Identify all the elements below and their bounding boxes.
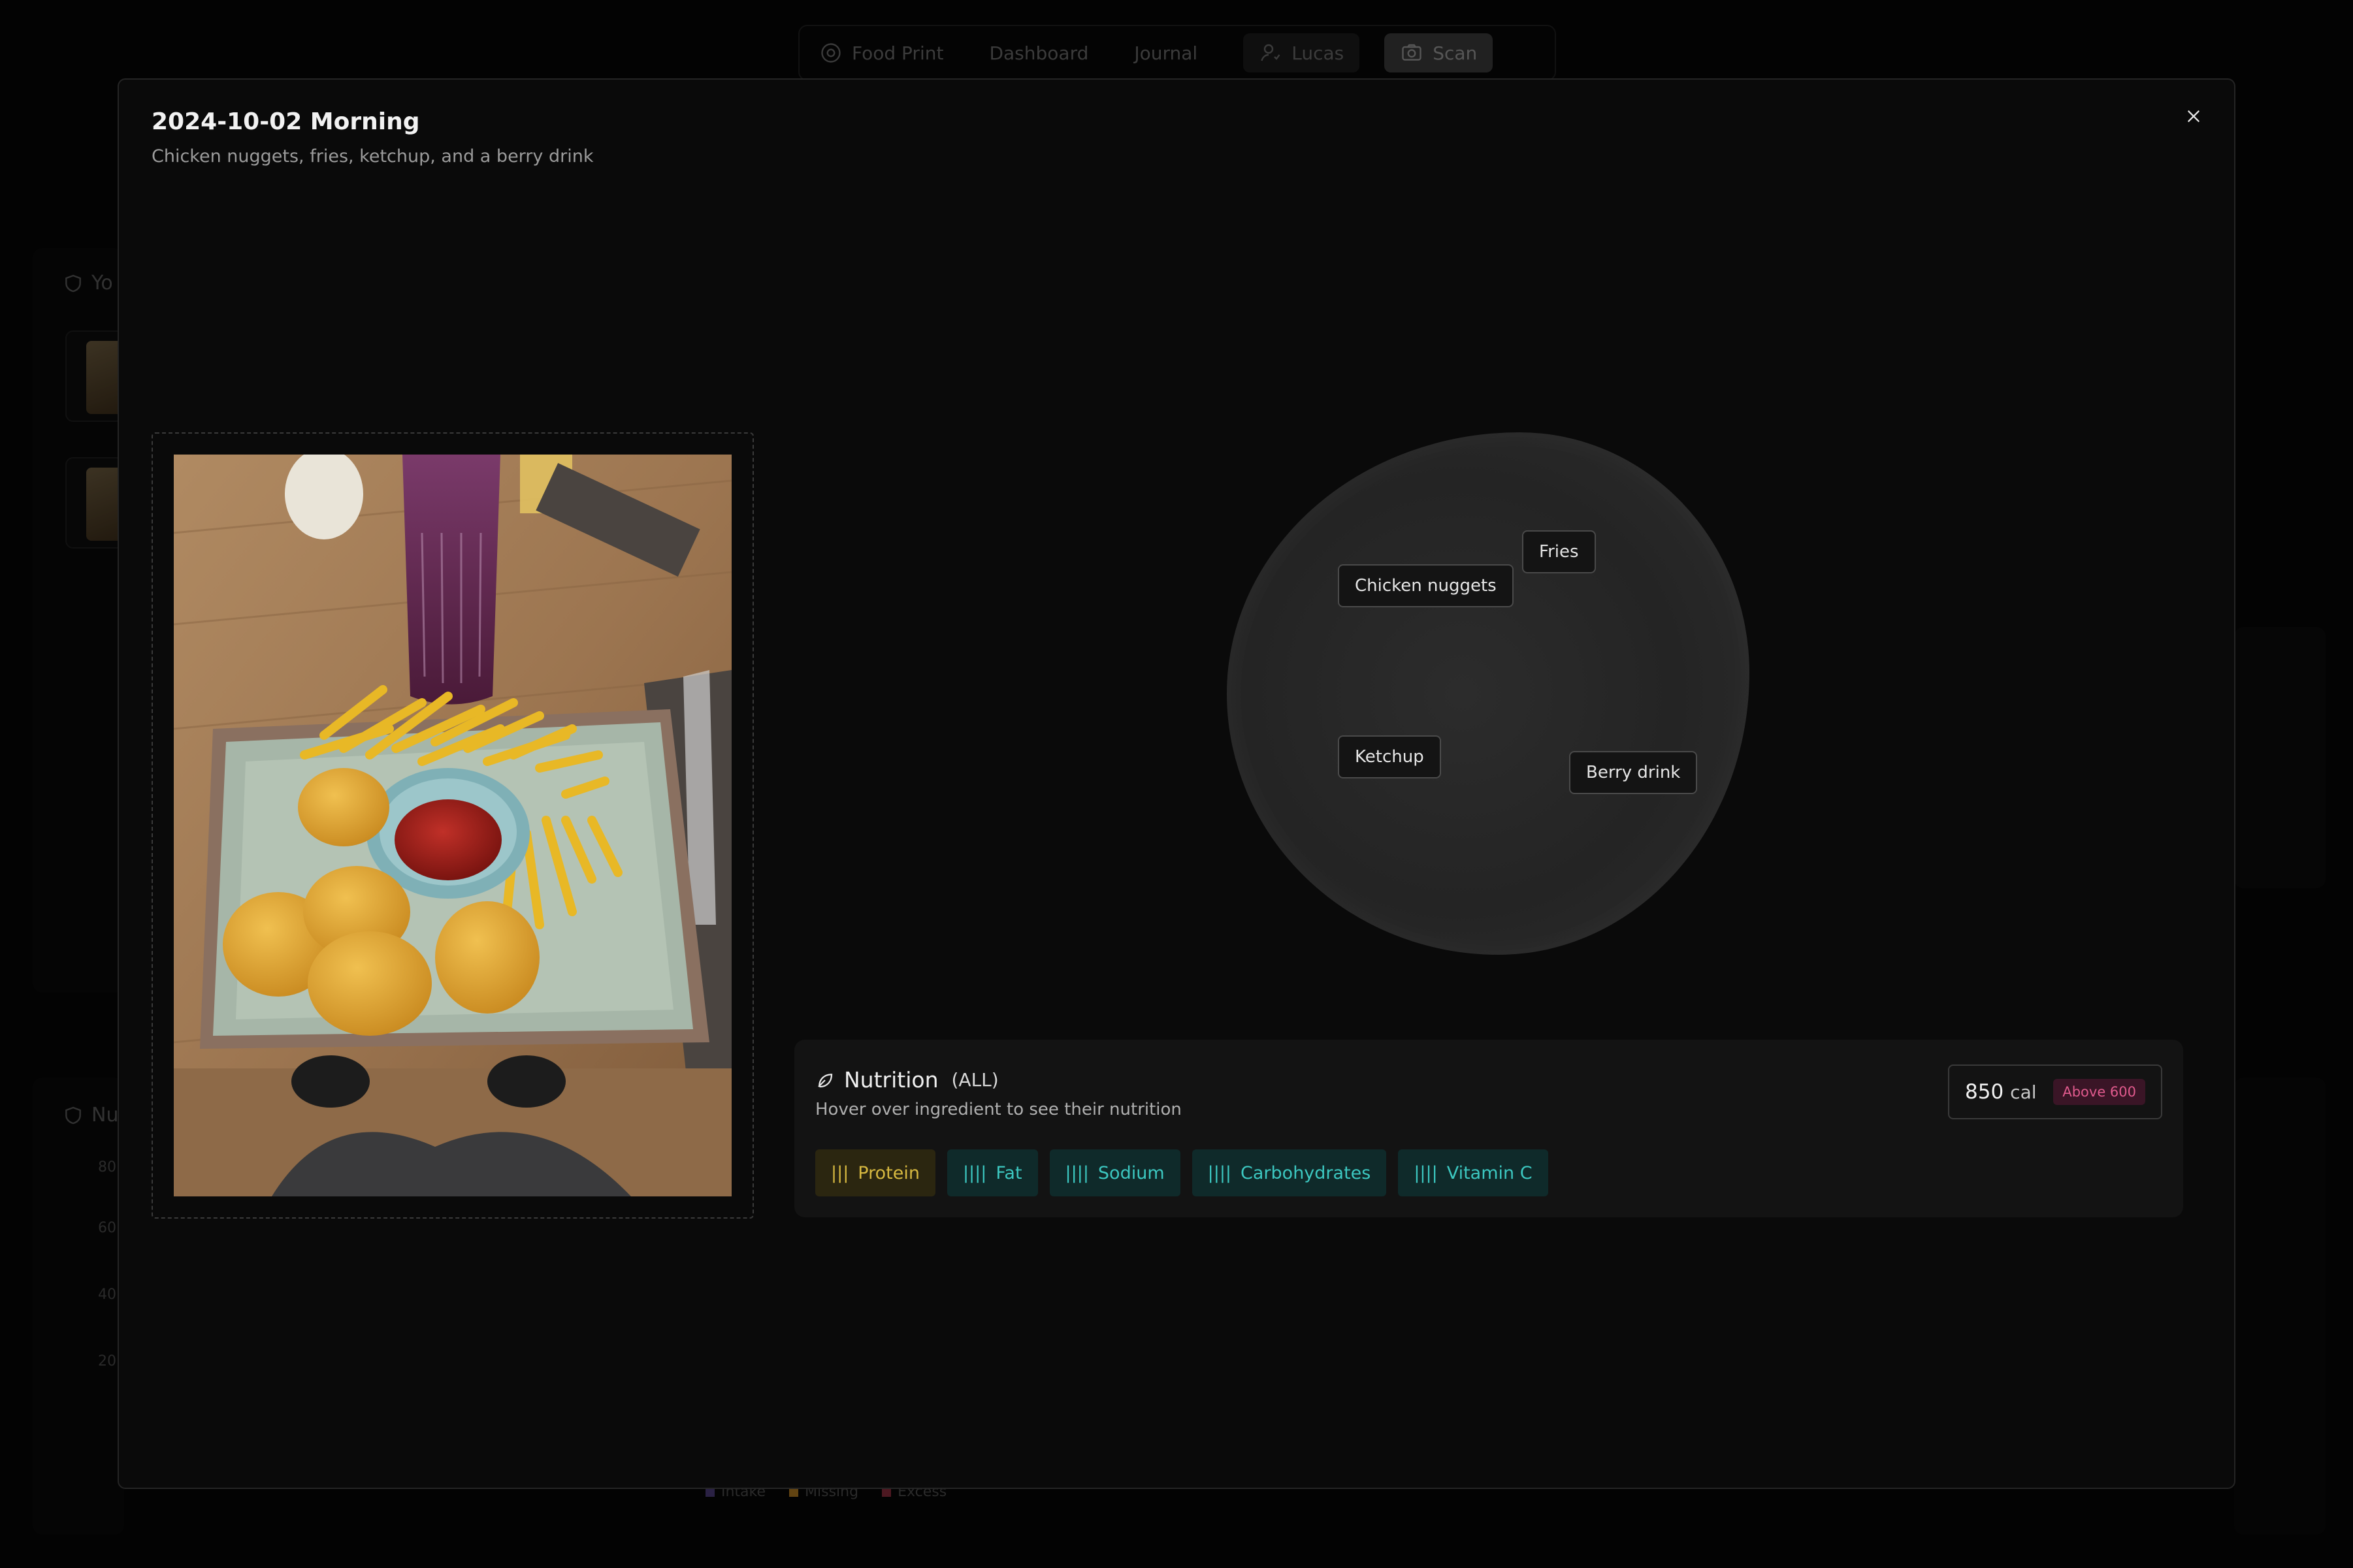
nutrition-hint: Hover over ingredient to see their nutri… <box>815 1100 1182 1119</box>
nav-brand[interactable]: Food Print <box>819 41 943 65</box>
nutrient-chip-label: Carbohydrates <box>1241 1162 1371 1183</box>
meal-photo <box>174 455 732 1196</box>
nutrient-chip-protein[interactable]: ||| Protein <box>815 1149 935 1196</box>
top-nav: Food Print Dashboard Journal Lucas Scan <box>798 25 1556 81</box>
bg-axis-tick: 20 <box>98 1353 116 1369</box>
shield-icon <box>65 1106 81 1124</box>
camera-icon <box>1402 44 1421 61</box>
nav-scan-label: Scan <box>1433 42 1478 64</box>
ingredient-chicken-nuggets[interactable]: Chicken nuggets <box>1338 564 1514 607</box>
nav-brand-label: Food Print <box>852 42 944 64</box>
nav-user-button[interactable]: Lucas <box>1243 33 1360 72</box>
calorie-box: 850 cal Above 600 <box>1948 1064 2162 1119</box>
ingredient-berry-drink[interactable]: Berry drink <box>1569 751 1698 794</box>
calorie-status-badge: Above 600 <box>2053 1079 2145 1105</box>
nutrient-chips: ||| Protein |||| Fat |||| Sodium |||| Ca… <box>815 1149 1548 1196</box>
bg-section-heading-2: Nu <box>63 1104 118 1127</box>
bg-panel-left-2 <box>33 1078 124 1535</box>
modal-subtitle: Chicken nuggets, fries, ketchup, and a b… <box>152 146 594 167</box>
page: Food Print Dashboard Journal Lucas Scan … <box>0 0 2353 1568</box>
meal-photo-frame <box>152 432 754 1219</box>
leaf-icon <box>818 1073 833 1087</box>
nav-scan-button[interactable]: Scan <box>1384 33 1493 72</box>
nutrient-chip-label: Fat <box>996 1162 1022 1183</box>
bg-thumbnail <box>65 457 124 549</box>
ingredient-ketchup[interactable]: Ketchup <box>1338 735 1441 778</box>
bg-axis-tick: 40 <box>98 1287 116 1303</box>
bg-axis-tick: 80 <box>98 1159 116 1176</box>
calorie-unit: cal <box>2010 1081 2037 1103</box>
nutrient-chip-label: Protein <box>858 1162 920 1183</box>
bg-axis-tick: 60 <box>98 1220 116 1236</box>
modal-title: 2024-10-02 Morning <box>152 108 420 135</box>
shield-icon <box>65 274 81 292</box>
bg-section-heading-1-label: Yo <box>91 272 113 295</box>
nutrient-chip-fat[interactable]: |||| Fat <box>947 1149 1038 1196</box>
nutrient-chip-label: Sodium <box>1097 1162 1165 1183</box>
level-bars-icon: |||| <box>1065 1162 1089 1183</box>
nutrient-chip-vitamin-c[interactable]: |||| Vitamin C <box>1398 1149 1548 1196</box>
nav-item-journal[interactable]: Journal <box>1134 42 1197 64</box>
nutrition-panel: Nutrition (ALL) Hover over ingredient to… <box>794 1040 2183 1217</box>
bg-thumbnail <box>65 330 124 422</box>
bg-panel-right <box>2234 627 2326 888</box>
level-bars-icon: ||| <box>831 1162 849 1183</box>
nav-item-dashboard[interactable]: Dashboard <box>989 42 1088 64</box>
bg-panel-right-2 <box>2234 1078 2326 1535</box>
nutrition-header: Nutrition (ALL) <box>815 1067 999 1093</box>
calorie-value: 850 <box>1965 1080 2004 1104</box>
user-icon <box>1261 44 1280 61</box>
bg-section-heading-1: Yo <box>63 272 113 295</box>
camera-lens-icon <box>821 43 841 63</box>
nutrient-chip-carbohydrates[interactable]: |||| Carbohydrates <box>1192 1149 1387 1196</box>
level-bars-icon: |||| <box>962 1162 987 1183</box>
bg-section-heading-2-label: Nu <box>91 1104 119 1127</box>
nav-user-label: Lucas <box>1291 42 1344 64</box>
nutrient-chip-label: Vitamin C <box>1446 1162 1533 1183</box>
nutrition-title: Nutrition <box>844 1067 939 1093</box>
meal-photo-illustration <box>174 455 732 1196</box>
level-bars-icon: |||| <box>1414 1162 1438 1183</box>
nutrient-chip-sodium[interactable]: |||| Sodium <box>1049 1149 1180 1196</box>
close-icon <box>2188 110 2199 122</box>
close-button[interactable] <box>2179 102 2208 131</box>
ingredients-blob <box>1227 432 1749 955</box>
meal-detail-modal: 2024-10-02 Morning Chicken nuggets, frie… <box>118 78 2235 1489</box>
ingredient-fries[interactable]: Fries <box>1522 530 1596 573</box>
level-bars-icon: |||| <box>1207 1162 1232 1183</box>
nutrition-scope: (ALL) <box>951 1069 999 1091</box>
